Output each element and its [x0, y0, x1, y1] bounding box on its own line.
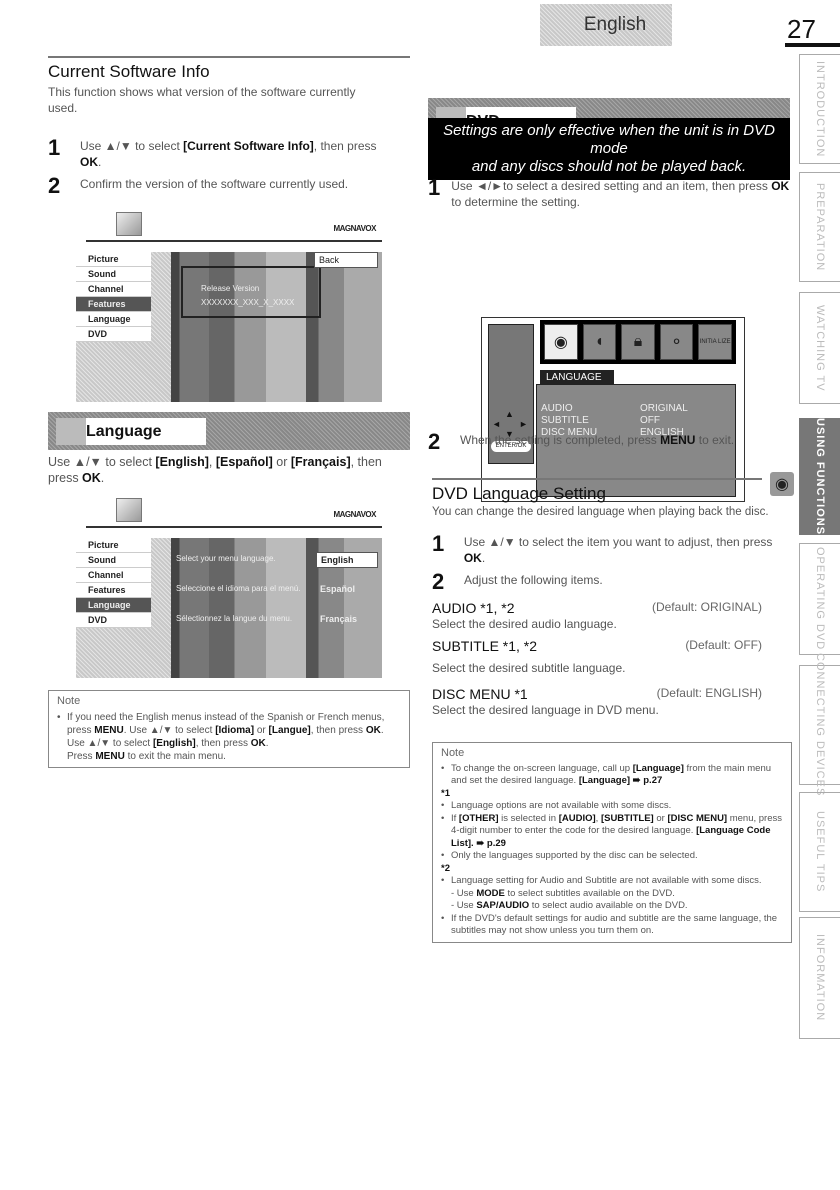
item-audio: AUDIO *1, *2 (Default: ORIGINAL) Select t…	[432, 600, 762, 631]
step-number: 2	[432, 569, 445, 594]
language-icon[interactable]: ◉	[544, 324, 578, 360]
banner-title: Language	[56, 418, 206, 445]
osd-row-subtitle[interactable]: SUBTITLE OFF	[537, 415, 735, 427]
audio-icon[interactable]: ◖	[582, 324, 617, 360]
right-arrow-icon: ►	[519, 419, 528, 429]
prompt-spanish: Seleccione el idioma para el menú.	[176, 584, 301, 593]
section-rule	[432, 478, 762, 480]
software-info-screen: MAGNAVOX Picture Sound Channel Features …	[76, 212, 382, 402]
menu-item-sound[interactable]: Sound	[76, 267, 151, 282]
back-button[interactable]: Back	[314, 252, 378, 268]
menu-item-channel[interactable]: Channel	[76, 568, 151, 583]
menu-item-features[interactable]: Features	[76, 297, 151, 312]
menu-item-features[interactable]: Features	[76, 583, 151, 598]
dvd-step-1: 1 Use ◄/►to select a desired setting and…	[428, 175, 790, 210]
dvd-warning: Settings are only effective when the uni…	[428, 118, 790, 180]
side-tab-watching-tv[interactable]: WATCHING TV	[799, 292, 840, 404]
menu-item-language[interactable]: Language	[76, 598, 151, 613]
lock-icon[interactable]: 🔒︎	[621, 324, 655, 360]
brand-logo: MAGNAVOX	[333, 510, 376, 519]
osd-row-audio[interactable]: AUDIO ORIGINAL	[537, 403, 735, 415]
others-icon[interactable]: ⚬	[659, 324, 694, 360]
dvd-step-2: 2 When the setting is completed, press M…	[428, 429, 735, 454]
side-tab-information[interactable]: INFORMATION	[799, 917, 840, 1039]
language-screen: MAGNAVOX Picture Sound Channel Features …	[76, 498, 382, 678]
dvd-language-section: ◉ DVD Language Setting You can change th…	[432, 472, 794, 718]
language-note: Note If you need the English menus inste…	[48, 690, 410, 768]
page-link[interactable]: [Language] ➠ p.27	[579, 775, 662, 786]
section-intro: This function shows what version of the …	[48, 85, 356, 115]
prompt-english: Select your menu language.	[176, 554, 276, 563]
prompt-french: Sélectionnez la langue du menu.	[176, 614, 293, 623]
option-francais[interactable]: Français	[320, 614, 357, 624]
section-rule	[48, 56, 410, 58]
section-intro: You can change the desired language when…	[432, 506, 769, 518]
side-tab-useful-tips[interactable]: USEFUL TIPS	[799, 792, 840, 912]
dvd-language-note: Note To change the on-screen language, c…	[432, 742, 792, 943]
section-title: DVD Language Setting	[432, 484, 606, 503]
dvd-disc-icon: ◉	[770, 472, 794, 496]
software-section: Current Software Info This function show…	[48, 56, 410, 198]
step-number: 2	[428, 429, 441, 454]
step-1: 1 Use ▲/▼ to select the item you want to…	[432, 531, 773, 566]
osd-icon-bar: ◉ ◖ 🔒︎ ⚬ INITIA LIZE	[540, 320, 736, 364]
side-tab-preparation[interactable]: PREPARATION	[799, 172, 840, 282]
language-banner: Language	[48, 412, 410, 450]
main-menu: Picture Sound Channel Features Language …	[76, 538, 151, 678]
item-disc-menu: DISC MENU *1 (Default: ENGLISH) Select th…	[432, 686, 762, 717]
side-tab-using-functions[interactable]: USING FUNCTIONS	[799, 418, 840, 535]
step-number: 2	[48, 173, 61, 198]
option-espanol[interactable]: Español	[320, 584, 355, 594]
dvd-setup-osd: ▲ ◄ ► ▼ ENTER/OK ◉ ◖ 🔒︎ ⚬ INITIA LIZE LA…	[481, 317, 745, 502]
section-title: Current Software Info	[48, 62, 210, 81]
up-arrow-icon: ▲	[505, 409, 514, 419]
menu-item-channel[interactable]: Channel	[76, 282, 151, 297]
step-number: 1	[48, 135, 61, 160]
step-2: 2 Adjust the following items.	[432, 569, 603, 594]
side-tab-introduction[interactable]: INTRODUCTION	[799, 54, 840, 164]
tv-icon	[116, 498, 142, 522]
page-number-rule	[785, 43, 840, 47]
menu-item-dvd[interactable]: DVD	[76, 613, 151, 628]
release-version-box: Release Version XXXXXXX_XXX_X_XXXX	[181, 266, 321, 318]
step-2: 2 Confirm the version of the software cu…	[48, 173, 349, 198]
side-tab-operating-dvd[interactable]: OPERATING DVD	[799, 543, 840, 655]
language-instruction: Use ▲/▼ to select [English], [Español] o…	[48, 455, 382, 485]
brand-logo: MAGNAVOX	[333, 224, 376, 233]
menu-item-language[interactable]: Language	[76, 312, 151, 327]
language-tab: English	[540, 4, 672, 46]
item-subtitle: SUBTITLE *1, *2 (Default: OFF) Select the…	[432, 638, 762, 675]
step-number: 1	[428, 175, 441, 200]
side-tab-connecting-devices[interactable]: CONNECTING DEVICES	[799, 653, 840, 797]
menu-item-dvd[interactable]: DVD	[76, 327, 151, 342]
menu-item-sound[interactable]: Sound	[76, 553, 151, 568]
tv-icon	[116, 212, 142, 236]
menu-item-picture[interactable]: Picture	[76, 538, 151, 553]
initialize-icon[interactable]: INITIA LIZE	[698, 324, 732, 360]
left-arrow-icon: ◄	[492, 419, 501, 429]
step-number: 1	[432, 531, 445, 556]
main-menu: Picture Sound Channel Features Language …	[76, 252, 151, 402]
page-number: 27	[787, 14, 816, 44]
option-english[interactable]: English	[316, 552, 378, 568]
step-1: 1 Use ▲/▼ to select [Current Software In…	[48, 135, 377, 170]
menu-item-picture[interactable]: Picture	[76, 252, 151, 267]
